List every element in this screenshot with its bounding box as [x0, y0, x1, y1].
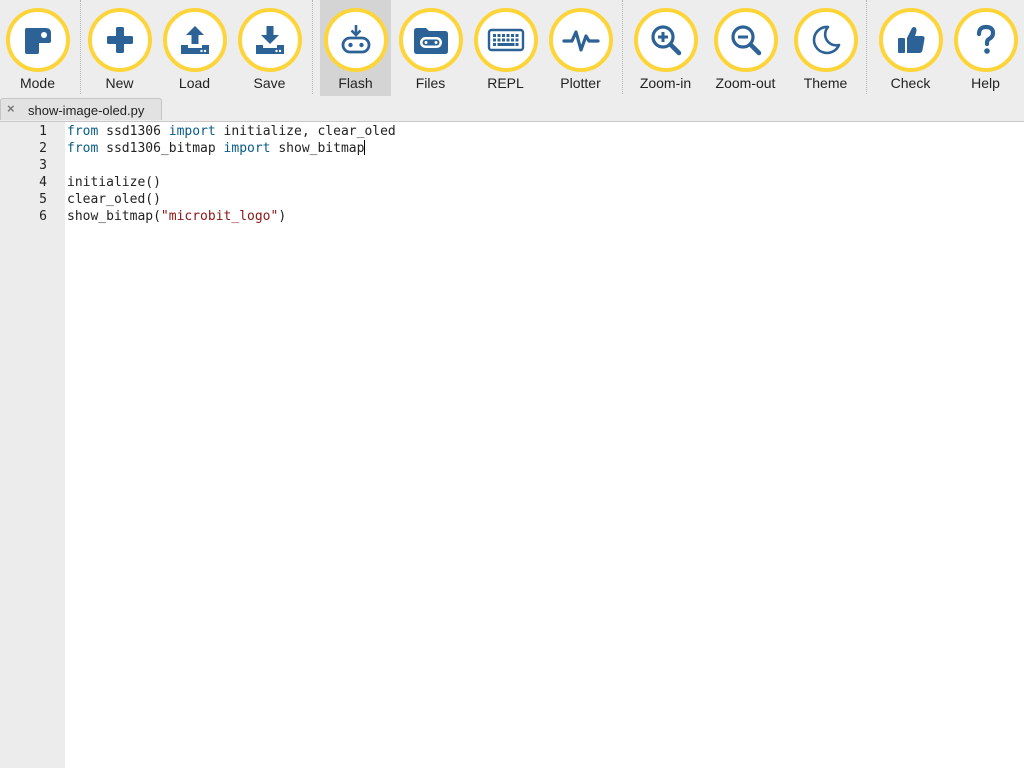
code-line[interactable]: 4 initialize()	[0, 174, 1024, 191]
code-line[interactable]: 5 clear_oled()	[0, 191, 1024, 208]
toolbar-separator	[80, 0, 81, 94]
mode-icon	[24, 28, 51, 54]
toolbar-separator	[622, 0, 623, 94]
moon-icon	[812, 25, 840, 55]
code-text[interactable]: from ssd1306_bitmap import show_bitmap	[67, 140, 366, 157]
flash-icon	[341, 25, 370, 54]
code-token: ssd1306	[98, 124, 169, 139]
new-button[interactable]: New	[82, 0, 157, 96]
toolbar-separator	[312, 0, 313, 94]
code-text[interactable]: from ssd1306 import initialize, clear_ol…	[67, 123, 396, 140]
repl-label: REPL	[487, 75, 524, 91]
zoom-in-button[interactable]: Zoom-in	[628, 0, 703, 96]
theme-label: Theme	[803, 75, 848, 91]
code-text[interactable]: initialize()	[67, 174, 161, 191]
download-icon	[255, 26, 284, 54]
tab-title: show-image-oled.py	[28, 103, 145, 118]
code-line[interactable]: 3	[0, 157, 1024, 174]
files-label: Files	[415, 75, 446, 91]
check-button[interactable]: Check	[873, 0, 948, 96]
code-token: show_bitmap(	[67, 209, 161, 224]
keyword-token: from	[67, 141, 99, 156]
plotter-label: Plotter	[560, 75, 601, 91]
zoom-in-icon	[650, 25, 681, 56]
mode-button[interactable]: Mode	[0, 0, 75, 96]
save-button[interactable]: Save	[232, 0, 307, 96]
code-lines[interactable]: 1 from ssd1306 import initialize, clear_…	[0, 123, 1024, 225]
keyword-token: from	[67, 124, 99, 139]
text-cursor	[364, 140, 366, 155]
code-token: )	[278, 209, 287, 224]
pulse-icon	[561, 30, 600, 52]
toolbar: Mode New Load Save Flash Files REPL Plot…	[0, 0, 1024, 97]
plus-icon	[106, 27, 133, 53]
check-label: Check	[890, 75, 931, 91]
line-number: 1	[39, 124, 47, 139]
line-number: 2	[39, 141, 47, 156]
code-text[interactable]: clear_oled()	[67, 191, 161, 208]
code-editor[interactable]: 1 from ssd1306 import initialize, clear_…	[0, 121, 1024, 768]
upload-icon	[180, 26, 209, 54]
code-token: initialize, clear_oled	[215, 124, 396, 139]
new-label: New	[105, 75, 134, 91]
line-number: 4	[39, 175, 47, 190]
repl-button[interactable]: REPL	[468, 0, 543, 96]
close-icon[interactable]: ×	[7, 101, 15, 116]
help-label: Help	[971, 75, 1000, 91]
tab-bar: × show-image-oled.py	[0, 97, 1024, 121]
zoom-out-label: Zoom-out	[715, 75, 776, 91]
zoom-in-label: Zoom-in	[639, 75, 692, 91]
code-line[interactable]: 2 from ssd1306_bitmap import show_bitmap	[0, 140, 1024, 157]
code-token: show_bitmap	[270, 141, 365, 156]
load-label: Load	[178, 75, 211, 91]
keyword-token: import	[223, 141, 271, 156]
string-token: "microbit_logo"	[160, 209, 279, 224]
tab-show-image-oled[interactable]: × show-image-oled.py	[0, 98, 162, 120]
thumbs-up-icon	[897, 27, 925, 53]
help-button[interactable]: Help	[948, 0, 1023, 96]
keyboard-icon	[487, 28, 524, 52]
toolbar-separator	[866, 0, 867, 94]
zoom-out-icon	[730, 25, 761, 56]
load-button[interactable]: Load	[157, 0, 232, 96]
plotter-button[interactable]: Plotter	[543, 0, 618, 96]
question-icon	[976, 24, 995, 54]
code-line[interactable]: 1 from ssd1306 import initialize, clear_…	[0, 123, 1024, 140]
line-number: 5	[39, 192, 47, 207]
keyword-token: import	[168, 124, 216, 139]
mode-label: Mode	[19, 75, 56, 91]
flash-button[interactable]: Flash	[320, 0, 391, 96]
files-button[interactable]: Files	[393, 0, 468, 96]
line-number: 6	[39, 209, 47, 224]
code-text[interactable]: show_bitmap("microbit_logo")	[67, 208, 286, 225]
theme-button[interactable]: Theme	[788, 0, 863, 96]
flash-label: Flash	[338, 75, 373, 91]
zoom-out-button[interactable]: Zoom-out	[708, 0, 783, 96]
files-icon	[413, 28, 448, 54]
line-number: 3	[39, 158, 47, 173]
code-token: ssd1306_bitmap	[98, 141, 224, 156]
code-line[interactable]: 6 show_bitmap("microbit_logo")	[0, 208, 1024, 225]
save-label: Save	[253, 75, 286, 91]
